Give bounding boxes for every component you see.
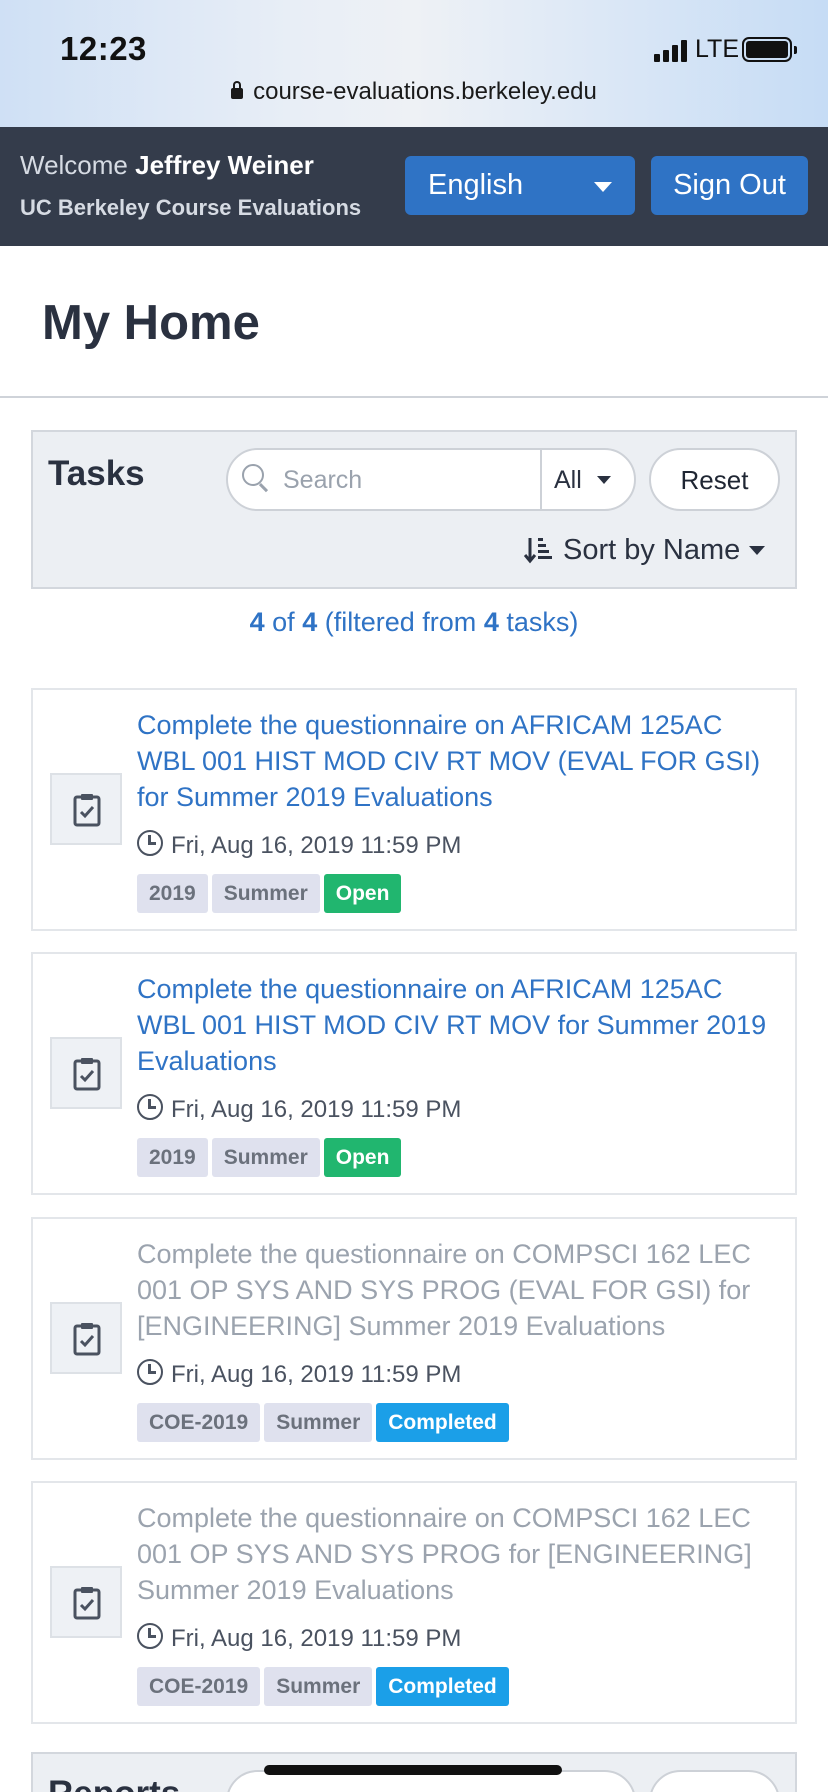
lock-icon [231,81,244,99]
language-value: English [428,169,524,201]
task-badges: 2019 Summer Open [137,1138,405,1177]
task-icon-box [50,1037,122,1109]
task-title-link[interactable]: Complete the questionnaire on COMPSCI 16… [137,1236,787,1344]
task-card[interactable]: Complete the questionnaire on AFRICAM 12… [31,688,797,931]
status-bar: 12:23 LTE course-evaluations.berkeley.ed… [0,0,828,127]
tag-badge: Summer [211,1138,320,1177]
network-type: LTE [695,35,739,63]
welcome-prefix: Welcome [20,150,128,180]
tag-badge: Summer [264,1403,373,1442]
count-of: of [272,607,295,637]
task-icon-box [50,773,122,845]
tasks-title: Tasks [48,454,145,493]
task-title-link[interactable]: Complete the questionnaire on COMPSCI 16… [137,1500,787,1608]
chevron-down-icon [597,476,611,484]
task-due: Fri, Aug 16, 2019 11:59 PM [137,1623,461,1653]
sort-label: Sort by Name [563,534,741,566]
tag-badge: 2019 [137,1138,208,1177]
tasks-panel: Tasks Search All Reset Sort by Name [31,430,797,589]
top-header: Welcome Jeffrey Weiner UC Berkeley Cours… [0,127,828,246]
address-bar[interactable]: course-evaluations.berkeley.edu [0,78,828,106]
clipboard-icon [73,1323,101,1356]
task-due: Fri, Aug 16, 2019 11:59 PM [137,830,461,860]
site-subtitle: UC Berkeley Course Evaluations [20,195,362,220]
task-icon-box [50,1566,122,1638]
due-date: Fri, Aug 16, 2019 11:59 PM [171,1625,462,1652]
due-date: Fri, Aug 16, 2019 11:59 PM [171,832,462,859]
url-text: course-evaluations.berkeley.edu [253,78,597,105]
due-date: Fri, Aug 16, 2019 11:59 PM [171,1096,462,1123]
tag-badge: Summer [264,1667,373,1706]
battery-icon [742,37,797,62]
task-due: Fri, Aug 16, 2019 11:59 PM [137,1359,461,1389]
clock-icon [137,1359,163,1385]
sign-out-button[interactable]: Sign Out [651,156,808,215]
task-card[interactable]: Complete the questionnaire on COMPSCI 16… [31,1217,797,1460]
due-date: Fri, Aug 16, 2019 11:59 PM [171,1361,462,1388]
sort-icon [524,538,552,564]
status-badge: Completed [376,1403,509,1442]
search-separator [540,450,542,509]
clipboard-icon [73,1058,101,1091]
count-filtered-suffix: tasks) [506,607,579,637]
count-shown: 4 [249,607,265,637]
count-filtered-prefix: (filtered from [324,607,477,637]
reset-button[interactable]: Reset [649,448,780,511]
chevron-down-icon [749,546,765,555]
signal-icon [654,40,688,62]
page-title: My Home [42,296,260,350]
search-input[interactable]: Search [283,466,362,495]
tag-badge: 2019 [137,874,208,913]
chevron-down-icon [594,182,612,192]
tag-badge: COE-2019 [137,1403,261,1442]
task-card[interactable]: Complete the questionnaire on AFRICAM 12… [31,952,797,1195]
task-card[interactable]: Complete the questionnaire on COMPSCI 16… [31,1481,797,1724]
status-badge: Open [323,1138,402,1177]
results-count: 4 of 4 (filtered from 4 tasks) [0,607,828,638]
divider [0,396,828,398]
filter-select[interactable]: All [554,466,582,495]
task-badges: COE-2019 Summer Completed [137,1667,513,1706]
clipboard-icon [73,1587,101,1620]
search-icon [242,464,270,492]
status-badge: Completed [376,1667,509,1706]
clipboard-icon [73,794,101,827]
search-group: Search All [226,448,636,511]
status-time: 12:23 [60,30,147,67]
language-select[interactable]: English [405,156,635,215]
reports-reset-button[interactable] [649,1770,780,1792]
clock-icon [137,1623,163,1649]
count-filtered-total: 4 [483,607,499,637]
task-badges: 2019 Summer Open [137,874,405,913]
clock-icon [137,1094,163,1120]
clock-icon [137,830,163,856]
reports-title: Reports [48,1774,180,1792]
tag-badge: COE-2019 [137,1667,261,1706]
welcome-text: Welcome Jeffrey Weiner [20,150,314,181]
count-total: 4 [302,607,318,637]
home-indicator[interactable] [264,1765,562,1775]
status-badge: Open [323,874,402,913]
task-title-link[interactable]: Complete the questionnaire on AFRICAM 12… [137,971,787,1079]
tag-badge: Summer [211,874,320,913]
task-icon-box [50,1302,122,1374]
task-due: Fri, Aug 16, 2019 11:59 PM [137,1094,461,1124]
task-badges: COE-2019 Summer Completed [137,1403,513,1442]
task-title-link[interactable]: Complete the questionnaire on AFRICAM 12… [137,707,787,815]
user-name: Jeffrey Weiner [135,150,314,180]
